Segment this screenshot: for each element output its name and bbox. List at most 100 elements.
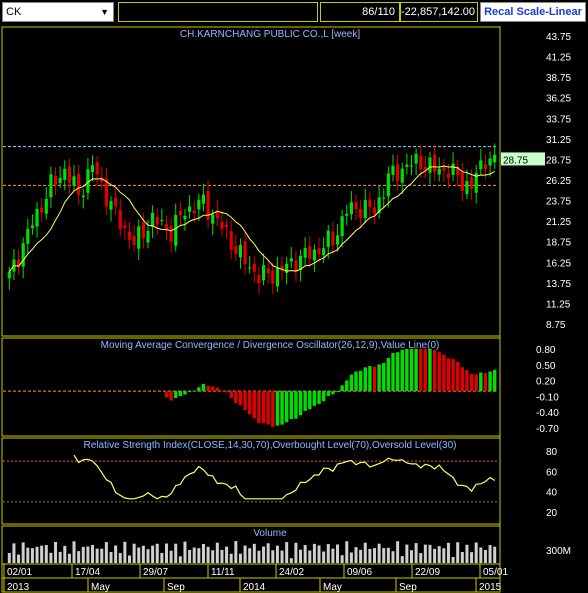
macd-tick-label: -0.70 — [536, 424, 559, 435]
month-label: 2013 — [7, 582, 30, 593]
candle-body — [479, 160, 483, 170]
macd-bar — [414, 349, 418, 392]
macd-bar — [261, 391, 266, 424]
volume-bar — [373, 548, 376, 563]
volume-bar — [336, 544, 340, 563]
candle-body — [432, 154, 437, 172]
date-label: 29/07 — [143, 567, 168, 578]
volume-bar — [262, 546, 266, 563]
volume-bar — [229, 553, 233, 563]
value-readout: -22,857,142.00 — [400, 2, 478, 22]
candle-body — [414, 153, 418, 164]
volume-bar — [225, 546, 229, 563]
volume-tick-label: 300M — [546, 546, 571, 557]
volume-bar — [437, 546, 441, 563]
volume-bar — [17, 554, 21, 563]
recal-scale-button[interactable]: Recal Scale-Linear — [480, 2, 586, 22]
macd-bar — [298, 391, 303, 416]
volume-bar — [275, 545, 279, 563]
candle-body — [335, 235, 340, 245]
macd-bar — [372, 366, 377, 392]
volume-bar — [382, 548, 386, 563]
candle-body — [266, 268, 270, 274]
month-label: 2015 — [479, 582, 502, 593]
macd-bar — [178, 391, 183, 397]
macd-bar — [460, 367, 465, 392]
volume-bar — [433, 548, 437, 563]
volume-bar — [220, 549, 224, 563]
candle-body — [483, 164, 488, 170]
volume-bar — [423, 544, 427, 563]
macd-bar — [479, 372, 483, 392]
volume-bar — [451, 557, 455, 563]
volume-bar — [201, 543, 205, 563]
candle-body — [174, 215, 178, 246]
volume-bar — [72, 541, 76, 563]
candle-body — [109, 201, 113, 210]
candle-body — [349, 202, 353, 215]
macd-bar — [335, 391, 340, 393]
rsi-tick-label: 60 — [546, 467, 558, 478]
macd-bar — [234, 391, 238, 403]
candle-body — [211, 214, 215, 224]
macd-tick-label: -0.10 — [536, 392, 559, 403]
macd-bar — [220, 390, 224, 392]
candle-body — [77, 173, 81, 195]
volume-bar — [289, 558, 293, 563]
volume-bar — [206, 546, 210, 563]
volume-bar — [460, 552, 464, 563]
volume-bar — [414, 543, 418, 563]
candle-body — [146, 230, 150, 243]
stock-chart[interactable]: 43.75 41.25 38.75 36.25 33.75 31.25 28.75 26.25… — [0, 26, 588, 593]
candle-body — [197, 199, 201, 210]
price-tick-label: 13.75 — [546, 279, 571, 290]
volume-bar — [409, 550, 413, 563]
macd-tick-label: 0.50 — [536, 361, 556, 372]
volume-bar — [197, 548, 201, 563]
macd-bar — [252, 391, 257, 419]
volume-bar — [26, 547, 30, 563]
candle-body — [114, 197, 118, 207]
volume-bar — [419, 553, 423, 563]
volume-bar — [58, 551, 62, 563]
date-label: 05/01 — [483, 567, 508, 578]
candle-body — [95, 162, 99, 175]
price-tick-label: 11.25 — [546, 299, 571, 310]
candle-body — [493, 154, 497, 163]
candle-body — [155, 216, 159, 225]
price-tick-label: 36.25 — [546, 94, 571, 105]
volume-bar — [322, 551, 326, 563]
volume-bar — [141, 545, 145, 563]
volume-bar — [317, 545, 321, 563]
volume-bar — [118, 552, 122, 563]
candle-body — [446, 173, 451, 179]
macd-bar — [201, 383, 206, 392]
candle-body — [160, 220, 164, 222]
macd-bar — [451, 358, 455, 392]
candle-body — [35, 208, 39, 227]
volume-bar — [442, 548, 446, 563]
candle-body — [72, 176, 76, 186]
candle-body — [317, 248, 321, 254]
ticker-select[interactable]: CK ▼ — [2, 2, 114, 22]
volume-bar — [215, 542, 219, 563]
macd-bar — [345, 380, 349, 392]
macd-bar — [395, 352, 400, 392]
candle-body — [58, 177, 62, 184]
macd-bar — [211, 386, 215, 392]
price-tick-label: 26.25 — [546, 176, 571, 187]
toolbar: CK ▼ 86/110 -22,857,142.00 Recal Scale-L… — [0, 0, 588, 26]
volume-bar — [331, 548, 335, 563]
candle-body — [359, 208, 363, 218]
macd-bar — [340, 385, 344, 392]
macd-bar — [469, 373, 474, 392]
candle-body — [271, 270, 275, 284]
macd-tick-label: -0.40 — [536, 408, 559, 419]
chevron-down-icon[interactable]: ▼ — [100, 3, 109, 21]
volume-bar — [35, 546, 39, 563]
volume-bar — [21, 542, 25, 563]
price-tick-label: 38.75 — [546, 73, 571, 84]
macd-bar — [349, 374, 354, 392]
price-tick-label: 8.75 — [546, 320, 566, 331]
volume-bar — [428, 544, 432, 563]
